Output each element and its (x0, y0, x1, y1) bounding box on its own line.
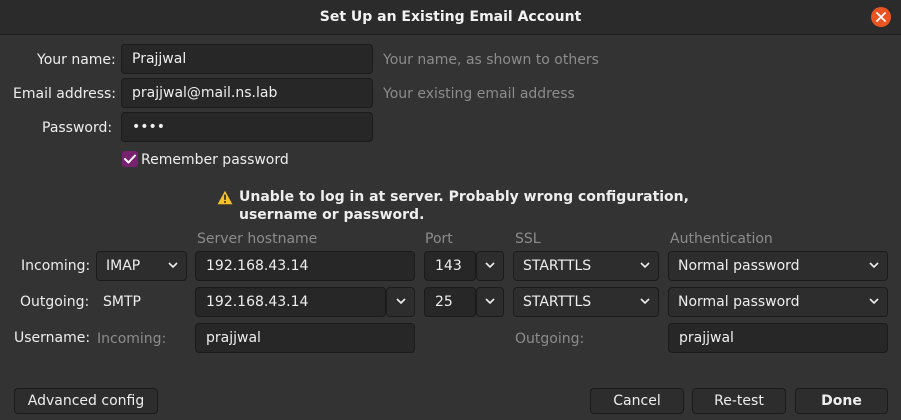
chevron-down-icon (869, 298, 879, 305)
close-button[interactable] (871, 7, 891, 27)
email-address-input[interactable]: prajjwal@mail.ns.lab (121, 78, 373, 108)
outgoing-ssl-dropdown[interactable]: STARTTLS (513, 287, 659, 317)
server-hostname-header: Server hostname (197, 231, 318, 247)
incoming-port-dropdown-button[interactable] (476, 251, 504, 281)
warning-line-1: Unable to log in at server. Probably wro… (239, 189, 689, 205)
incoming-label: Incoming: (21, 258, 91, 274)
your-name-hint: Your name, as shown to others (383, 52, 599, 68)
username-outgoing-label: Outgoing: (515, 331, 585, 347)
incoming-protocol-value: IMAP (106, 258, 141, 274)
outgoing-hostname-input[interactable]: 192.168.43.14 (195, 287, 386, 317)
close-icon (876, 12, 886, 22)
chevron-down-icon (485, 262, 495, 269)
port-header: Port (425, 231, 453, 247)
ssl-header: SSL (515, 231, 541, 247)
outgoing-port-dropdown-button[interactable] (476, 287, 504, 317)
incoming-hostname-input[interactable]: 192.168.43.14 (195, 251, 415, 281)
chevron-down-icon (168, 262, 178, 269)
your-name-label: Your name: (37, 52, 116, 68)
outgoing-port-input[interactable]: 25 (424, 287, 476, 317)
chevron-down-icon (640, 298, 650, 305)
username-outgoing-input[interactable]: prajjwal (668, 323, 888, 353)
email-address-hint: Your existing email address (383, 86, 575, 102)
warning-icon (217, 190, 233, 205)
username-label: Username: (14, 330, 91, 346)
chevron-down-icon (485, 298, 495, 305)
password-label: Password: (42, 120, 113, 136)
password-input[interactable]: •••• (121, 112, 373, 142)
advanced-config-button[interactable]: Advanced config (14, 388, 158, 414)
incoming-authentication-dropdown[interactable]: Normal password (668, 251, 888, 281)
chevron-down-icon (396, 298, 406, 305)
warning-message: Unable to log in at server. Probably wro… (239, 188, 699, 224)
chevron-down-icon (869, 262, 879, 269)
warning-line-2: username or password. (239, 207, 425, 223)
authentication-header: Authentication (670, 231, 773, 247)
outgoing-authentication-value: Normal password (678, 294, 800, 310)
email-address-label: Email address: (13, 86, 117, 102)
incoming-ssl-dropdown[interactable]: STARTTLS (513, 251, 659, 281)
your-name-input[interactable]: Prajjwal (121, 44, 373, 74)
done-button[interactable]: Done (795, 388, 888, 414)
username-incoming-input[interactable]: prajjwal (195, 323, 415, 353)
incoming-port-input[interactable]: 143 (424, 251, 476, 281)
incoming-authentication-value: Normal password (678, 258, 800, 274)
incoming-protocol-dropdown[interactable]: IMAP (96, 251, 187, 281)
outgoing-authentication-dropdown[interactable]: Normal password (668, 287, 888, 317)
checkmark-icon (124, 154, 136, 164)
window-title: Set Up an Existing Email Account (319, 9, 582, 25)
username-incoming-label: Incoming: (97, 331, 167, 347)
outgoing-hostname-dropdown-button[interactable] (386, 287, 415, 317)
remember-password-checkbox[interactable] (122, 151, 138, 167)
outgoing-label: Outgoing: (20, 294, 90, 310)
outgoing-protocol-label: SMTP (103, 294, 141, 310)
outgoing-ssl-value: STARTTLS (523, 294, 592, 310)
retest-button[interactable]: Re-test (692, 388, 786, 414)
cancel-button[interactable]: Cancel (590, 388, 684, 414)
chevron-down-icon (640, 262, 650, 269)
incoming-ssl-value: STARTTLS (523, 258, 592, 274)
remember-password-label[interactable]: Remember password (141, 150, 289, 170)
